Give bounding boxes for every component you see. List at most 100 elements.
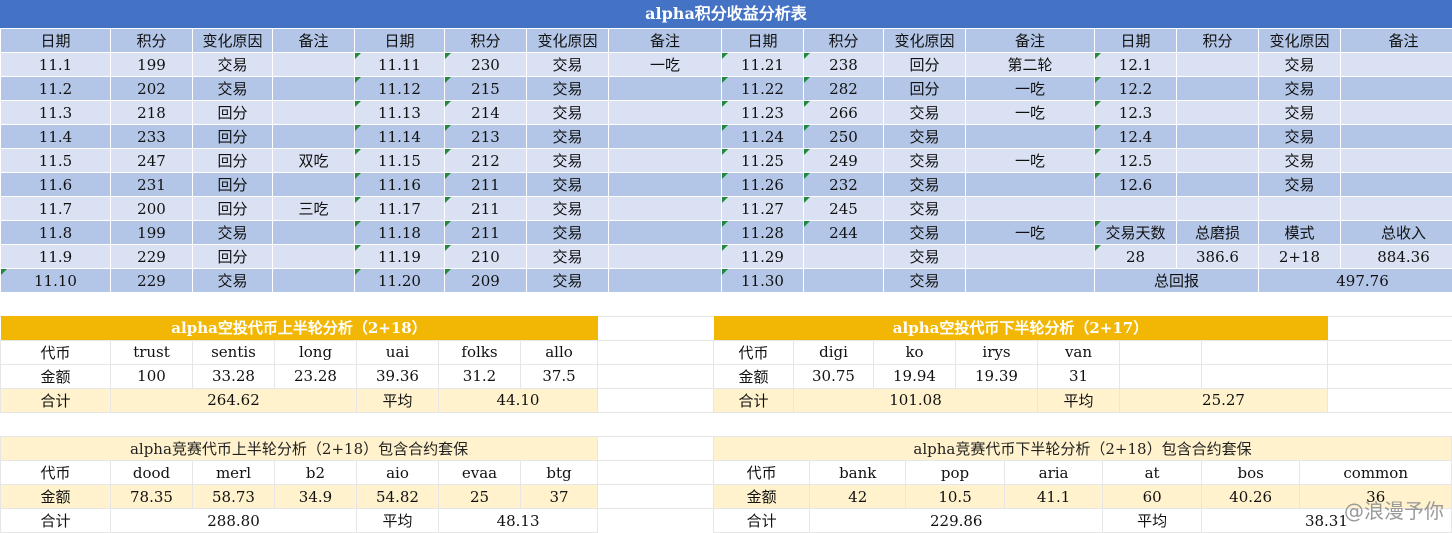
table-cell[interactable]: 11.10 — [1, 269, 111, 293]
amount-cell[interactable]: 34.9 — [275, 485, 357, 509]
header-cell[interactable]: 变化原因 — [527, 29, 609, 53]
table-cell[interactable]: 211 — [445, 197, 527, 221]
header-cell[interactable]: 积分 — [1177, 29, 1259, 53]
table-cell[interactable]: 交易 — [527, 149, 609, 173]
token-cell[interactable]: pop — [906, 461, 1005, 485]
table-cell[interactable]: 11.30 — [722, 269, 804, 293]
header-cell[interactable]: 日期 — [355, 29, 445, 53]
table-cell[interactable]: 214 — [445, 101, 527, 125]
table-cell[interactable]: 交易 — [1259, 53, 1341, 77]
amount-cell[interactable]: 40.26 — [1201, 485, 1300, 509]
table-cell[interactable]: 11.3 — [1, 101, 111, 125]
amount-cell[interactable]: 25 — [439, 485, 521, 509]
table-cell[interactable]: 交易 — [527, 173, 609, 197]
token-cell[interactable]: folks — [439, 340, 521, 364]
amount-cell[interactable]: 41.1 — [1004, 485, 1103, 509]
table-cell[interactable]: 11.12 — [355, 77, 445, 101]
table-cell[interactable]: 一吃 — [966, 77, 1095, 101]
amount-cell[interactable]: 58.73 — [193, 485, 275, 509]
table-cell[interactable]: 交易 — [1259, 125, 1341, 149]
table-cell[interactable]: 11.6 — [1, 173, 111, 197]
token-cell[interactable]: common — [1300, 461, 1452, 485]
table-cell[interactable]: 交易 — [884, 221, 966, 245]
table-cell[interactable]: 交易 — [527, 245, 609, 269]
table-cell[interactable] — [966, 245, 1095, 269]
header-cell[interactable]: 备注 — [609, 29, 722, 53]
header-cell[interactable]: 积分 — [111, 29, 193, 53]
amount-cell[interactable]: 37 — [521, 485, 598, 509]
table-cell[interactable] — [1259, 197, 1341, 221]
table-cell[interactable]: 11.14 — [355, 125, 445, 149]
amount-cell[interactable]: 60 — [1103, 485, 1202, 509]
table-cell[interactable]: 11.22 — [722, 77, 804, 101]
table-cell[interactable]: 第二轮 — [966, 53, 1095, 77]
table-cell[interactable] — [609, 197, 722, 221]
table-cell[interactable] — [1177, 53, 1259, 77]
amount-cell[interactable]: 39.36 — [357, 364, 439, 388]
table-cell[interactable]: 11.24 — [722, 125, 804, 149]
table-cell[interactable]: 28 — [1095, 245, 1177, 269]
table-cell[interactable]: 三吃 — [273, 197, 355, 221]
token-cell[interactable]: aria — [1004, 461, 1103, 485]
table-cell[interactable] — [273, 101, 355, 125]
amount-cell[interactable]: 100 — [111, 364, 193, 388]
amount-cell[interactable] — [1202, 364, 1328, 388]
table-cell[interactable]: 202 — [111, 77, 193, 101]
table-cell[interactable] — [273, 53, 355, 77]
token-label[interactable]: 代币 — [1, 340, 111, 364]
table-cell[interactable]: 模式 — [1259, 221, 1341, 245]
table-cell[interactable] — [1341, 149, 1452, 173]
table-cell[interactable]: 交易 — [884, 269, 966, 293]
header-cell[interactable]: 备注 — [966, 29, 1095, 53]
token-cell[interactable]: dood — [111, 461, 193, 485]
total-label[interactable]: 合计 — [1, 509, 111, 533]
token-cell[interactable]: digi — [794, 340, 874, 364]
table-cell[interactable] — [609, 245, 722, 269]
average-value[interactable]: 44.10 — [439, 388, 598, 412]
average-label[interactable]: 平均 — [357, 388, 439, 412]
table-cell[interactable] — [609, 149, 722, 173]
table-cell[interactable]: 回分 — [193, 245, 273, 269]
table-cell[interactable]: 11.4 — [1, 125, 111, 149]
table-cell[interactable]: 11.15 — [355, 149, 445, 173]
table-cell[interactable] — [966, 173, 1095, 197]
total-return-value[interactable]: 497.76 — [1259, 269, 1452, 293]
token-cell[interactable] — [1120, 340, 1202, 364]
table-cell[interactable]: 交易 — [193, 221, 273, 245]
table-cell[interactable]: 200 — [111, 197, 193, 221]
table-cell[interactable]: 199 — [111, 221, 193, 245]
amount-cell[interactable]: 19.94 — [874, 364, 956, 388]
table-cell[interactable]: 209 — [445, 269, 527, 293]
table-cell[interactable]: 一吃 — [966, 149, 1095, 173]
table-cell[interactable] — [1177, 125, 1259, 149]
table-cell[interactable] — [1177, 149, 1259, 173]
table-cell[interactable]: 11.18 — [355, 221, 445, 245]
table-cell[interactable]: 11.26 — [722, 173, 804, 197]
table-cell[interactable] — [609, 173, 722, 197]
amount-cell[interactable]: 42 — [810, 485, 906, 509]
token-cell[interactable]: allo — [521, 340, 598, 364]
table-cell[interactable]: 交易 — [527, 197, 609, 221]
table-cell[interactable]: 218 — [111, 101, 193, 125]
table-cell[interactable]: 229 — [111, 245, 193, 269]
table-cell[interactable] — [1341, 173, 1452, 197]
table-cell[interactable]: 213 — [445, 125, 527, 149]
table-cell[interactable]: 230 — [445, 53, 527, 77]
header-cell[interactable]: 备注 — [1341, 29, 1452, 53]
table-cell[interactable] — [1095, 197, 1177, 221]
table-cell[interactable]: 245 — [804, 197, 884, 221]
table-cell[interactable] — [273, 125, 355, 149]
table-cell[interactable]: 11.7 — [1, 197, 111, 221]
table-cell[interactable]: 12.1 — [1095, 53, 1177, 77]
table-cell[interactable]: 12.4 — [1095, 125, 1177, 149]
table-cell[interactable] — [273, 77, 355, 101]
table-cell[interactable] — [273, 221, 355, 245]
table-cell[interactable]: 11.19 — [355, 245, 445, 269]
token-cell[interactable]: at — [1103, 461, 1202, 485]
table-cell[interactable]: 回分 — [884, 77, 966, 101]
token-cell[interactable]: van — [1038, 340, 1120, 364]
table-cell[interactable]: 211 — [445, 173, 527, 197]
average-label[interactable]: 平均 — [357, 509, 439, 533]
token-cell[interactable]: bos — [1201, 461, 1300, 485]
token-label[interactable]: 代币 — [714, 461, 810, 485]
